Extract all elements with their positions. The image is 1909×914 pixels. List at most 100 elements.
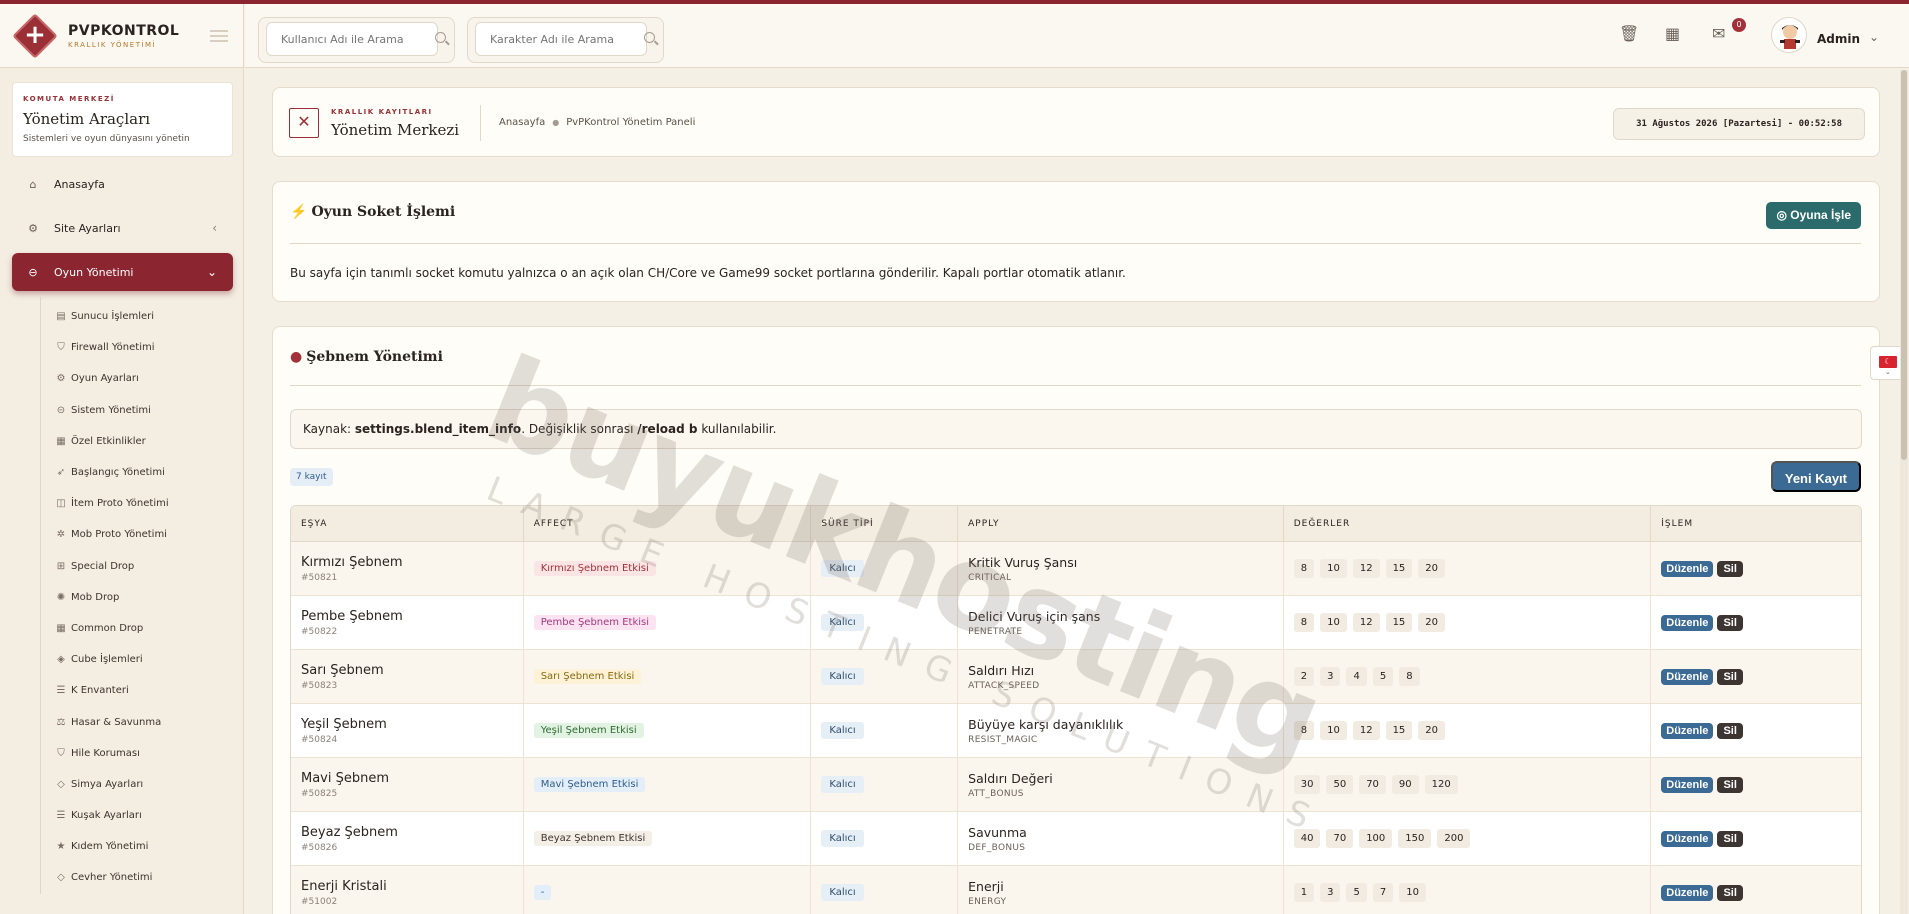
gamepad-icon: ⊖ — [28, 265, 38, 279]
box-icon: ◫ — [56, 498, 66, 510]
actions-cell: Düzenle Sil — [1651, 650, 1861, 703]
sidebar-subitem-label: Firewall Yönetimi — [71, 342, 155, 354]
values-cell: 1 3 5 7 10 — [1284, 866, 1652, 914]
edit-button[interactable]: Düzenle — [1661, 722, 1714, 739]
delete-button[interactable]: Sil — [1717, 614, 1743, 631]
apply-cell: Enerji ENERGY — [958, 866, 1284, 914]
paw-icon: ✲ — [56, 529, 66, 541]
sidebar-subitem[interactable]: ◇ Simya Ayarları — [41, 769, 233, 800]
sidebar-subitem[interactable]: ⛉ Firewall Yönetimi — [41, 332, 233, 363]
brand-subtitle: KRALLIK YÖNETİMİ — [68, 40, 157, 49]
edit-button[interactable]: Düzenle — [1661, 668, 1714, 685]
search-icon[interactable] — [644, 32, 655, 43]
row-actions: Düzenle Sil — [1661, 830, 1861, 847]
sidebar-subitem-label: Cube İşlemleri — [71, 654, 143, 666]
socket-card-heading: ⚡ Oyun Soket İşlemi — [290, 204, 455, 220]
user-search-input[interactable] — [266, 22, 438, 56]
gamepad-icon: ◎ — [1776, 208, 1791, 222]
scrollbar-thumb[interactable] — [1901, 70, 1907, 460]
sidebar-subitem[interactable]: ▦ Common Drop — [41, 613, 233, 644]
delete-button[interactable]: Sil — [1717, 776, 1743, 793]
edit-button[interactable]: Düzenle — [1661, 884, 1714, 901]
breadcrumb-home[interactable]: Anasayfa — [499, 117, 545, 128]
delete-button[interactable]: Sil — [1717, 722, 1743, 739]
affect-cell: Yeşil Şebnem Etkisi — [524, 704, 812, 757]
sidebar-item-anasayfa[interactable]: ⌂ Anasayfa — [12, 165, 233, 203]
scrollbar[interactable] — [1900, 70, 1908, 914]
close-icon[interactable]: ✕ — [289, 108, 319, 138]
new-record-button[interactable]: Yeni Kayıt — [1770, 461, 1861, 492]
calendar-icon[interactable]: ▦ — [1665, 24, 1680, 43]
sidebar-subitem[interactable]: ◇ Cevher Yönetimi — [41, 862, 233, 893]
sidebar-item-label: Site Ayarları — [54, 221, 121, 235]
apply-cell: Savunma DEF_BONUS — [958, 812, 1284, 865]
value-chip: 8 — [1399, 667, 1420, 686]
command-card-tag: KOMUTA MERKEZİ — [23, 95, 115, 103]
duration-cell: Kalıcı — [811, 866, 959, 914]
sidebar-subitem[interactable]: ⊞ Special Drop — [41, 551, 233, 582]
brand[interactable]: + PVPKONTROL KRALLIK YÖNETİMİ — [0, 4, 243, 68]
delete-button[interactable]: Sil — [1717, 560, 1743, 577]
admin-name[interactable]: Admin — [1817, 32, 1860, 46]
value-chip: 8 — [1293, 559, 1315, 578]
sidebar-subitem[interactable]: ✺ Mob Drop — [41, 582, 233, 613]
values-list: 1 3 5 7 10 — [1293, 883, 1651, 902]
breadcrumb-separator: ● — [552, 118, 560, 127]
mail-icon[interactable]: ✉ — [1712, 24, 1725, 43]
actions-cell: Düzenle Sil — [1651, 596, 1861, 649]
edit-button[interactable]: Düzenle — [1661, 614, 1714, 631]
sidebar-subitem[interactable]: ✲ Mob Proto Yönetimi — [41, 519, 233, 550]
sidebar-subitem[interactable]: ⚙ Oyun Ayarları — [41, 363, 233, 394]
menu-toggle-icon[interactable] — [210, 30, 228, 42]
sidebar-subitem[interactable]: ⚖ Hasar & Savunma — [41, 706, 233, 737]
edit-button[interactable]: Düzenle — [1661, 560, 1714, 577]
sidebar-item-label: Anasayfa — [54, 177, 105, 191]
process-in-game-button[interactable]: ◎ Oyuna İşle — [1766, 202, 1861, 229]
sidebar-item-oyun-yonetimi[interactable]: ⊖ Oyun Yönetimi ⌄ — [12, 253, 233, 291]
gear-icon: ⚙ — [28, 221, 38, 235]
table-header: EŞYA AFFECT SÜRE TİPİ APPLY DEĞERLER İŞL… — [291, 506, 1861, 542]
trash-icon[interactable]: 🗑 — [1619, 24, 1639, 43]
edit-button[interactable]: Düzenle — [1661, 776, 1714, 793]
gift-icon: ⊞ — [56, 560, 66, 572]
calendar-icon: ▦ — [56, 435, 66, 447]
toggle-icon: ⊝ — [56, 404, 66, 416]
sidebar-subitem-label: Hile Koruması — [71, 747, 140, 759]
delete-button[interactable]: Sil — [1717, 884, 1743, 901]
affect-badge: Beyaz Şebnem Etkisi — [533, 831, 653, 846]
sidebar-nav: ⌂ Anasayfa ⚙ Site Ayarları ‹ ⊖ Oyun Yöne… — [0, 165, 243, 894]
value-chip: 12 — [1352, 721, 1380, 740]
delete-button[interactable]: Sil — [1717, 830, 1743, 847]
char-search-input[interactable] — [475, 22, 647, 56]
sidebar-subitem[interactable]: ☰ Kuşak Ayarları — [41, 800, 233, 831]
sidebar-subitem[interactable]: ◫ İtem Proto Yönetimi — [41, 488, 233, 519]
chevron-down-icon[interactable]: ⌄ — [1869, 30, 1879, 44]
sidebar: + PVPKONTROL KRALLIK YÖNETİMİ KOMUTA MER… — [0, 4, 244, 914]
table-row: Pembe Şebnem #50822 Pembe Şebnem Etkisi Kal… — [291, 596, 1861, 650]
delete-button[interactable]: Sil — [1717, 668, 1743, 685]
info-mid: . Değişiklik sonrası — [521, 422, 638, 436]
server-icon: ▤ — [56, 311, 66, 323]
sidebar-subitem[interactable]: ▦ Özel Etkinlikler — [41, 426, 233, 457]
sidebar-subitem[interactable]: ⛉ Hile Koruması — [41, 738, 233, 769]
avatar[interactable] — [1771, 17, 1807, 53]
sidebar-subitem[interactable]: ☰ K Envanteri — [41, 675, 233, 706]
sidebar-subitem-label: Oyun Ayarları — [71, 373, 139, 385]
sidebar-subitem[interactable]: ★ Kıdem Yönetimi — [41, 831, 233, 862]
sidebar-subitem[interactable]: ⊝ Sistem Yönetimi — [41, 395, 233, 426]
duration-badge: Kalıcı — [821, 614, 864, 631]
sidebar-item-site-ayarlari[interactable]: ⚙ Site Ayarları ‹ — [12, 209, 233, 247]
value-chip: 200 — [1437, 829, 1471, 848]
breadcrumb: Anasayfa ● PvPKontrol Yönetim Paneli — [499, 117, 695, 128]
sidebar-subitem[interactable]: ◈ Cube İşlemleri — [41, 644, 233, 675]
process-in-game-label: Oyuna İşle — [1790, 208, 1851, 222]
divider — [480, 105, 481, 141]
sidebar-subitem[interactable]: ▤ Sunucu İşlemleri — [41, 301, 233, 332]
edit-button[interactable]: Düzenle — [1661, 830, 1714, 847]
row-actions: Düzenle Sil — [1661, 614, 1861, 631]
sidebar-subitem[interactable]: ➶ Başlangıç Yönetimi — [41, 457, 233, 488]
search-icon[interactable] — [435, 32, 446, 43]
sidebar-subitem-label: Sistem Yönetimi — [71, 404, 151, 416]
duration-badge: Kalıcı — [821, 776, 864, 793]
sebnem-card-heading: ● Şebnem Yönetimi — [290, 349, 443, 365]
